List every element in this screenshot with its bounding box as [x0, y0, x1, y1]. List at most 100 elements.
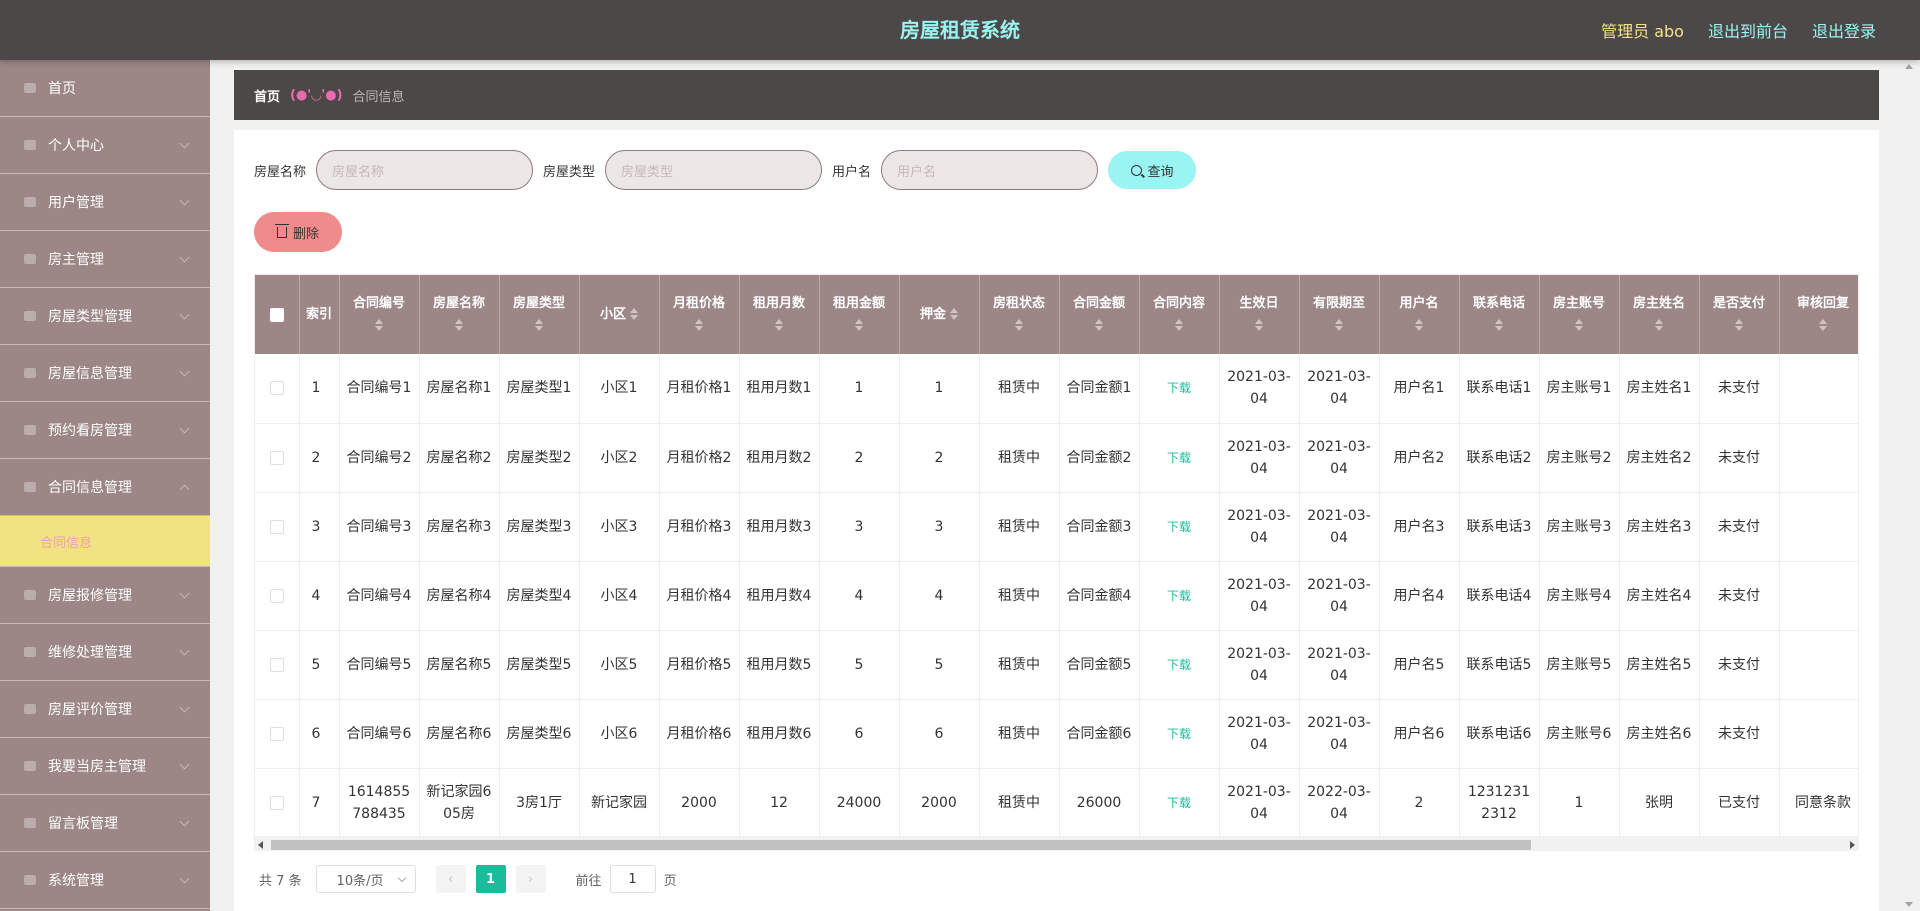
column-header[interactable]: 房屋名称: [419, 275, 500, 354]
row-checkbox[interactable]: [269, 381, 284, 396]
sort-icon[interactable]: [775, 318, 783, 331]
download-link[interactable]: 下载: [1167, 451, 1191, 465]
table-cell: 小区2: [579, 423, 660, 493]
column-header[interactable]: 审核回复: [1779, 275, 1858, 354]
sidebar-item[interactable]: 维修处理管理: [0, 624, 210, 681]
sort-icon[interactable]: [1655, 318, 1663, 331]
sort-icon[interactable]: [1255, 318, 1263, 331]
column-header[interactable]: 月租价格: [659, 275, 740, 354]
column-header[interactable]: 房主账号: [1539, 275, 1620, 354]
column-header[interactable]: 是否支付: [1699, 275, 1780, 354]
table-cell: 1: [819, 354, 900, 424]
page-number-button[interactable]: 1: [475, 865, 506, 893]
vertical-scrollbar[interactable]: [1899, 60, 1920, 911]
query-button[interactable]: 查询: [1108, 151, 1197, 189]
next-page-button[interactable]: ›: [515, 865, 546, 893]
sort-icon[interactable]: [375, 318, 383, 331]
sidebar-item[interactable]: 用户管理: [0, 174, 210, 231]
page-size-select[interactable]: 10条/页: [315, 865, 416, 893]
sidebar-item[interactable]: 房屋类型管理: [0, 288, 210, 345]
sort-icon[interactable]: [1575, 318, 1583, 331]
sort-icon[interactable]: [1495, 318, 1503, 331]
scroll-right-icon[interactable]: [1850, 841, 1855, 849]
table-cell: 租用月数2: [739, 423, 820, 493]
table-cell: 未支付: [1699, 354, 1780, 424]
house-type-input[interactable]: 房屋类型: [605, 150, 823, 190]
sort-icon[interactable]: [1819, 318, 1827, 331]
download-link[interactable]: 下载: [1167, 658, 1191, 672]
column-header[interactable]: 押金: [899, 275, 980, 354]
table-cell: 合同金额5: [1059, 630, 1140, 700]
column-header[interactable]: 生效日: [1219, 275, 1300, 354]
column-header[interactable]: 合同编号: [339, 275, 420, 354]
sort-icon[interactable]: [1095, 318, 1103, 331]
logout-link[interactable]: 退出登录: [1812, 18, 1876, 42]
sidebar-item[interactable]: 房屋报修管理: [0, 567, 210, 624]
row-checkbox[interactable]: [269, 450, 284, 465]
username-input[interactable]: 用户名: [881, 150, 1099, 190]
table-cell: 月租价格3: [659, 492, 740, 562]
table-cell: [1779, 492, 1858, 562]
sidebar-item[interactable]: 留言板管理: [0, 795, 210, 852]
sort-icon[interactable]: [455, 318, 463, 331]
column-header[interactable]: 有限期至: [1299, 275, 1380, 354]
column-header[interactable]: 合同内容: [1139, 275, 1220, 354]
goto-page-input[interactable]: 1: [609, 865, 656, 893]
sidebar-subitem-contract[interactable]: 合同信息: [0, 516, 210, 567]
sort-icon[interactable]: [1335, 318, 1343, 331]
table-cell: 月租价格6: [659, 699, 740, 769]
table-cell: 下载: [1139, 561, 1220, 631]
table-cell: 合同编号5: [339, 630, 420, 700]
scroll-left-icon[interactable]: [258, 841, 263, 849]
prev-page-button[interactable]: ‹: [435, 865, 466, 893]
sort-icon[interactable]: [630, 308, 638, 320]
download-link[interactable]: 下载: [1167, 520, 1191, 534]
column-header[interactable]: 合同金额: [1059, 275, 1140, 354]
sort-icon[interactable]: [855, 318, 863, 331]
column-header[interactable]: 房主姓名: [1619, 275, 1700, 354]
row-checkbox[interactable]: [269, 519, 284, 534]
row-checkbox[interactable]: [269, 588, 284, 603]
sidebar-item[interactable]: 预约看房管理: [0, 402, 210, 459]
table-row: 5 合同编号5 房屋名称5 房屋类型5 小区5 月租价格5 租用月数5 5 5 租赁中 合同金额5 下…: [255, 630, 1858, 700]
download-link[interactable]: 下载: [1167, 589, 1191, 603]
select-all-checkbox[interactable]: [269, 307, 284, 322]
column-header[interactable]: 小区: [579, 275, 660, 354]
download-link[interactable]: 下载: [1167, 796, 1191, 810]
row-checkbox[interactable]: [269, 657, 284, 672]
sidebar-item[interactable]: 首页: [0, 60, 210, 117]
sort-icon[interactable]: [950, 308, 958, 320]
sort-icon[interactable]: [1015, 318, 1023, 331]
download-link[interactable]: 下载: [1167, 727, 1191, 741]
sidebar-item[interactable]: 个人中心: [0, 117, 210, 174]
scroll-down-icon[interactable]: [1905, 902, 1913, 907]
back-to-front-link[interactable]: 退出到前台: [1708, 18, 1788, 42]
row-checkbox[interactable]: [269, 726, 284, 741]
table-cell: 2021-03-04: [1219, 354, 1300, 424]
sort-icon[interactable]: [1175, 318, 1183, 331]
download-link[interactable]: 下载: [1167, 381, 1191, 395]
sidebar-item[interactable]: 房屋评价管理: [0, 681, 210, 738]
column-header[interactable]: 租用金额: [819, 275, 900, 354]
scroll-up-icon[interactable]: [1905, 64, 1913, 69]
column-header[interactable]: 联系电话: [1459, 275, 1540, 354]
scrollbar-thumb[interactable]: [271, 840, 1531, 850]
house-name-input[interactable]: 房屋名称: [316, 150, 534, 190]
breadcrumb-home[interactable]: 首页: [254, 86, 280, 105]
sort-icon[interactable]: [695, 318, 703, 331]
sort-icon[interactable]: [535, 318, 543, 331]
delete-button[interactable]: 删除: [254, 212, 342, 252]
sort-icon[interactable]: [1735, 318, 1743, 331]
horizontal-scrollbar[interactable]: [254, 837, 1859, 851]
sidebar-item[interactable]: 房主管理: [0, 231, 210, 288]
column-header[interactable]: 房租状态: [979, 275, 1060, 354]
sidebar-item[interactable]: 我要当房主管理: [0, 738, 210, 795]
sidebar-item[interactable]: 房屋信息管理: [0, 345, 210, 402]
column-header[interactable]: 用户名: [1379, 275, 1460, 354]
sort-icon[interactable]: [1415, 318, 1423, 331]
column-header[interactable]: 房屋类型: [499, 275, 580, 354]
row-checkbox[interactable]: [269, 795, 284, 810]
sidebar-item[interactable]: 系统管理: [0, 852, 210, 909]
column-header[interactable]: 租用月数: [739, 275, 820, 354]
sidebar-item[interactable]: 合同信息管理: [0, 459, 210, 516]
